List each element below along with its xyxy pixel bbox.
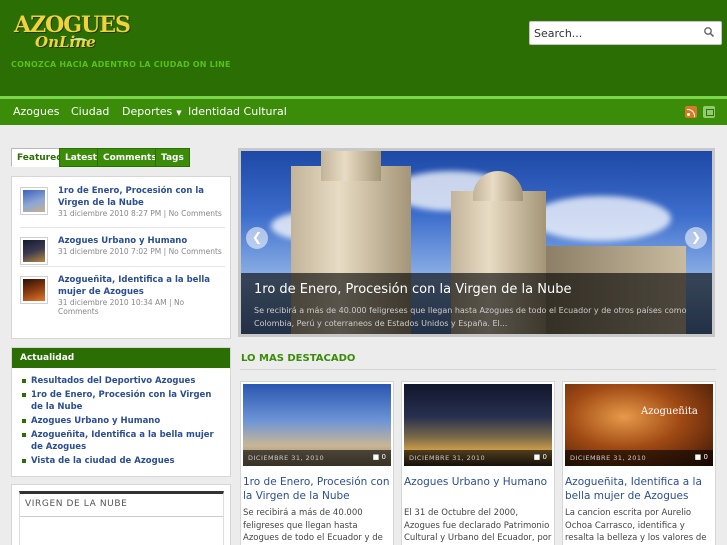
post-thumbnail[interactable] [20, 276, 48, 304]
comments-count[interactable]: ■ 0 [373, 453, 386, 461]
card-title[interactable]: Azogues Urbano y Humano [404, 475, 554, 489]
chevron-right-icon[interactable]: ❯ [685, 227, 707, 249]
nav-item-identidad-cultural[interactable]: Identidad Cultural [188, 105, 287, 118]
virgen-widget: VIRGEN DE LA NUBE [11, 484, 231, 545]
widget-title: VIRGEN DE LA NUBE [25, 499, 128, 509]
card-title[interactable]: Azogueñita, Identifica a la bella mujer … [565, 475, 715, 503]
site-header: AZOGUES OnLine CONOZCA HACIA ADENTRO LA … [0, 0, 727, 96]
comments-count[interactable]: ■ 0 [534, 453, 547, 461]
post-meta: 31 diciembre 2010 7:02 PM | No Comments [58, 247, 222, 256]
mail-icon[interactable] [703, 106, 715, 118]
list-item[interactable]: Vista de la ciudad de Azogues [20, 455, 220, 467]
post-meta: 31 diciembre 2010 8:27 PM | No Comments [58, 209, 222, 218]
featured-card: Azogueñita DICIEMBRE 31, 2010 ■ 0 Azogue… [562, 381, 716, 545]
comments-value: 0 [703, 453, 708, 461]
post-thumbnail[interactable] [20, 237, 48, 265]
nav-item-deportes[interactable]: Deportes ▼ [122, 105, 182, 118]
post-meta: 31 diciembre 2010 10:34 AM | No Comments [58, 298, 185, 316]
card-meta-bar: DICIEMBRE 31, 2010 ■ 0 [404, 450, 552, 466]
card-image[interactable]: DICIEMBRE 31, 2010 ■ 0 [404, 384, 552, 466]
slide-excerpt: Se recibirá a más de 40.000 feligreses q… [254, 306, 687, 328]
card-date: DICIEMBRE 31, 2010 [570, 454, 647, 462]
comments-value: 0 [381, 453, 386, 461]
divider [20, 266, 225, 267]
featured-card: DICIEMBRE 31, 2010 ■ 0 Azogues Urbano y … [401, 381, 555, 545]
list-item[interactable]: Azogues Urbano y Humano [20, 415, 220, 427]
slide-caption: 1ro de Enero, Procesión con la Virgen de… [241, 273, 712, 334]
chevron-down-icon: ▼ [176, 109, 182, 117]
search-input[interactable] [534, 25, 699, 41]
site-tagline: CONOZCA HACIA ADENTRO LA CIUDAD ON LINE [11, 60, 231, 69]
list-item[interactable]: Resultados del Deportivo Azogues [20, 375, 220, 387]
divider [240, 369, 716, 370]
card-image[interactable]: DICIEMBRE 31, 2010 ■ 0 [243, 384, 391, 466]
card-meta-bar: DICIEMBRE 31, 2010 ■ 0 [243, 450, 391, 466]
card-excerpt: Se recibirá a más de 40.000 feligreses q… [243, 508, 383, 543]
card-date: DICIEMBRE 31, 2010 [409, 454, 486, 462]
logo-swoosh-icon [70, 38, 88, 46]
featured-slider[interactable]: 1ro de Enero, Procesión con la Virgen de… [238, 148, 715, 337]
featured-tab-panel: 1ro de Enero, Procesión con la Virgen de… [11, 176, 231, 339]
nav-item-label: Deportes [122, 105, 173, 118]
comments-count[interactable]: ■ 0 [695, 453, 708, 461]
search-box [529, 21, 722, 45]
tab-tags[interactable]: Tags [155, 148, 190, 167]
search-icon[interactable] [703, 26, 715, 38]
featured-card: DICIEMBRE 31, 2010 ■ 0 1ro de Enero, Pro… [240, 381, 394, 545]
rss-icon[interactable] [685, 106, 697, 118]
comment-icon: ■ [372, 453, 380, 461]
list-item[interactable]: Azogueñita, Identifica a la bella mujer … [20, 274, 228, 316]
comments-value: 0 [542, 453, 547, 461]
actualidad-list: Resultados del Deportivo Azogues 1ro de … [12, 368, 230, 467]
slide-title[interactable]: 1ro de Enero, Procesión con la Virgen de… [254, 282, 571, 297]
card-title[interactable]: 1ro de Enero, Procesión con la Virgen de… [243, 475, 393, 503]
widget-title: Actualidad [12, 348, 230, 368]
section-title: LO MAS DESTACADO [241, 353, 356, 364]
card-image-label: Azogueñita [641, 406, 698, 417]
nav-item-ciudad[interactable]: Ciudad [71, 105, 109, 118]
list-item[interactable]: Azogues Urbano y Humano 31 diciembre 201… [20, 235, 225, 275]
tab-comments[interactable]: Comments [97, 148, 163, 167]
post-title[interactable]: 1ro de Enero, Procesión con la Virgen de… [58, 185, 228, 209]
divider [20, 516, 223, 517]
post-title[interactable]: Azogues Urbano y Humano [58, 235, 228, 247]
card-excerpt: La cancion escrita por Aurelio Ochoa Car… [565, 508, 707, 543]
chevron-left-icon[interactable]: ❮ [246, 227, 268, 249]
actualidad-widget: Actualidad Resultados del Deportivo Azog… [11, 347, 231, 477]
list-item[interactable]: 1ro de Enero, Procesión con la Virgen de… [20, 185, 225, 225]
comment-icon: ■ [533, 453, 541, 461]
card-image[interactable]: Azogueñita DICIEMBRE 31, 2010 ■ 0 [565, 384, 713, 466]
main-nav: Azogues Ciudad Deportes ▼ Identidad Cultu… [0, 96, 727, 125]
divider [20, 227, 225, 228]
nav-item-azogues[interactable]: Azogues [13, 105, 59, 118]
list-item[interactable]: 1ro de Enero, Procesión con la Virgen de… [20, 389, 220, 413]
card-meta-bar: DICIEMBRE 31, 2010 ■ 0 [565, 450, 713, 466]
card-excerpt: El 31 de Octubre del 2000, Azogues fue d… [404, 508, 552, 543]
list-item[interactable]: Azogueñita, Identifica a la bella mujer … [20, 429, 220, 453]
post-title[interactable]: Azogueñita, Identifica a la bella mujer … [58, 274, 228, 298]
card-date: DICIEMBRE 31, 2010 [248, 454, 325, 462]
virgen-frame: VIRGEN DE LA NUBE [19, 491, 224, 545]
post-thumbnail[interactable] [20, 187, 48, 215]
comment-icon: ■ [694, 453, 702, 461]
